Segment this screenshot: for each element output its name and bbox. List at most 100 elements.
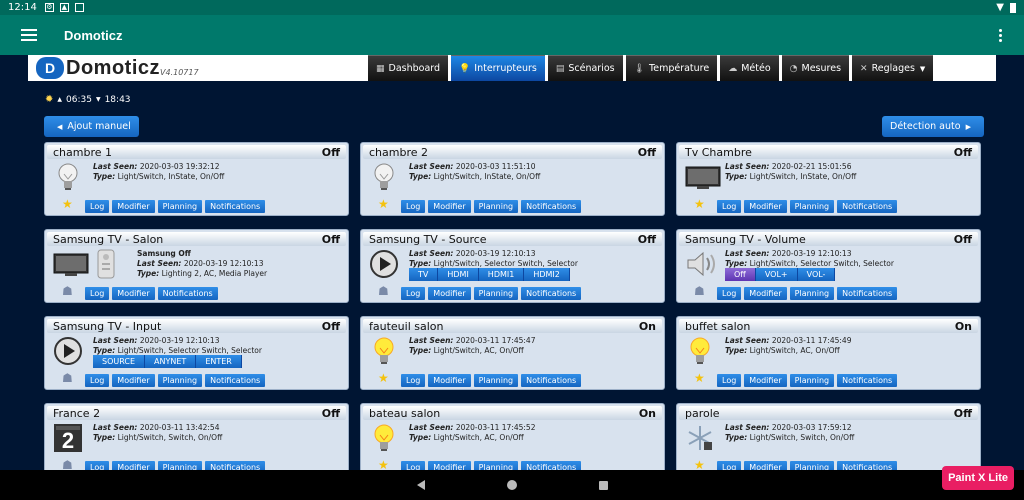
bulb-on-icon[interactable] xyxy=(369,336,399,366)
favorite-star-icon[interactable]: ★ xyxy=(378,372,389,384)
tv-icon[interactable] xyxy=(685,162,721,192)
device-status[interactable]: On xyxy=(639,320,656,333)
device-planning-button[interactable]: Planning xyxy=(789,374,835,387)
device-modifier-button[interactable]: Modifier xyxy=(428,287,471,300)
favorite-star-icon[interactable]: ☗ xyxy=(378,285,389,297)
device-log-button[interactable]: Log xyxy=(401,287,426,300)
selector-option[interactable]: HDMI2 xyxy=(524,268,570,281)
device-log-button[interactable]: Log xyxy=(85,374,110,387)
selector-option[interactable]: ENTER xyxy=(196,355,242,368)
device-status[interactable]: Off xyxy=(954,146,972,159)
favorite-star-icon[interactable]: ★ xyxy=(694,198,705,210)
selector-option[interactable]: Off xyxy=(725,268,756,281)
selector-option[interactable]: SOURCE xyxy=(93,355,146,368)
device-status[interactable]: On xyxy=(639,407,656,420)
speaker-icon[interactable] xyxy=(685,249,715,279)
favorite-star-icon[interactable]: ☗ xyxy=(62,285,73,297)
favorite-star-icon[interactable]: ★ xyxy=(62,198,73,210)
device-modifier-button[interactable]: Modifier xyxy=(744,287,787,300)
device-actions: Log Modifier Planning Notifications xyxy=(401,200,582,213)
version-label: V4.10717 xyxy=(160,68,199,77)
bulb-off-icon[interactable] xyxy=(369,162,399,192)
device-log-button[interactable]: Log xyxy=(717,200,742,213)
play-icon[interactable] xyxy=(369,249,399,279)
device-status[interactable]: Off xyxy=(322,407,340,420)
type-key: Type: xyxy=(725,172,748,181)
selector-option[interactable]: VOL- xyxy=(797,268,836,281)
last-seen-key: Last Seen: xyxy=(725,336,770,345)
nav-tab-label: Météo xyxy=(741,63,771,74)
device-notifications-button[interactable]: Notifications xyxy=(837,374,898,387)
device-planning-button[interactable]: Planning xyxy=(157,374,203,387)
selector-option[interactable]: HDMI xyxy=(438,268,479,281)
overflow-menu-icon[interactable] xyxy=(999,28,1002,42)
nav-tab-scnarios[interactable]: ▤ Scénarios xyxy=(547,55,623,81)
device-modifier-button[interactable]: Modifier xyxy=(744,374,787,387)
device-planning-button[interactable]: Planning xyxy=(473,287,519,300)
device-log-button[interactable]: Log xyxy=(717,374,742,387)
hamburger-menu-icon[interactable] xyxy=(21,26,37,44)
device-notifications-button[interactable]: Notifications xyxy=(521,374,582,387)
france2-icon[interactable]: 2 xyxy=(53,423,83,453)
device-status[interactable]: Off xyxy=(322,233,340,246)
favorite-star-icon[interactable]: ★ xyxy=(378,198,389,210)
nav-tab-reglages[interactable]: ✕ Reglages ▼ xyxy=(852,55,934,81)
device-status[interactable]: Off xyxy=(954,407,972,420)
device-log-button[interactable]: Log xyxy=(401,374,426,387)
device-modifier-button[interactable]: Modifier xyxy=(112,287,155,300)
device-notifications-button[interactable]: Notifications xyxy=(157,287,218,300)
device-status[interactable]: Off xyxy=(954,233,972,246)
device-notifications-button[interactable]: Notifications xyxy=(837,287,898,300)
device-planning-button[interactable]: Planning xyxy=(789,287,835,300)
bulb-off-icon[interactable] xyxy=(53,162,83,192)
device-status[interactable]: Off xyxy=(638,233,656,246)
device-modifier-button[interactable]: Modifier xyxy=(428,200,471,213)
home-icon[interactable] xyxy=(506,480,517,490)
device-notifications-button[interactable]: Notifications xyxy=(205,374,266,387)
selector-option[interactable]: VOL+ xyxy=(755,268,798,281)
bulb-on-icon[interactable] xyxy=(369,423,399,453)
favorite-star-icon[interactable]: ☗ xyxy=(694,285,705,297)
favorite-star-icon[interactable]: ☗ xyxy=(62,372,73,384)
device-log-button[interactable]: Log xyxy=(401,200,426,213)
device-planning-button[interactable]: Planning xyxy=(473,374,519,387)
nav-tab-mto[interactable]: ☁ Météo xyxy=(720,55,779,81)
back-icon[interactable] xyxy=(416,480,425,490)
device-notifications-button[interactable]: Notifications xyxy=(521,200,582,213)
remote-icon[interactable] xyxy=(95,249,117,279)
device-notifications-button[interactable]: Notifications xyxy=(205,200,266,213)
nav-tab-dashboard[interactable]: ▦ Dashboard xyxy=(368,55,449,81)
device-modifier-button[interactable]: Modifier xyxy=(112,374,155,387)
device-notifications-button[interactable]: Notifications xyxy=(837,200,898,213)
tv-icon[interactable] xyxy=(53,249,89,279)
nav-tab-interrupteurs[interactable]: 💡 Interrupteurs xyxy=(451,55,545,81)
snowflake-icon[interactable] xyxy=(685,423,715,453)
device-log-button[interactable]: Log xyxy=(85,200,110,213)
recents-icon[interactable] xyxy=(598,480,608,490)
device-modifier-button[interactable]: Modifier xyxy=(428,374,471,387)
type-value: Lighting 2, AC, Media Player xyxy=(161,269,268,278)
favorite-star-icon[interactable]: ★ xyxy=(694,372,705,384)
play-icon[interactable] xyxy=(53,336,83,366)
device-status[interactable]: On xyxy=(955,320,972,333)
device-status[interactable]: Off xyxy=(322,320,340,333)
auto-detect-button[interactable]: Détection auto ▶ xyxy=(882,116,984,137)
nav-tab-mesures[interactable]: ◔ Mesures xyxy=(781,55,850,81)
add-manual-button[interactable]: ◀ Ajout manuel xyxy=(44,116,139,137)
device-planning-button[interactable]: Planning xyxy=(473,200,519,213)
device-planning-button[interactable]: Planning xyxy=(789,200,835,213)
bulb-on-icon[interactable] xyxy=(685,336,715,366)
device-notifications-button[interactable]: Notifications xyxy=(521,287,582,300)
watermark-badge: Paint X Lite xyxy=(942,466,1014,490)
device-status[interactable]: Off xyxy=(322,146,340,159)
device-modifier-button[interactable]: Modifier xyxy=(744,200,787,213)
device-modifier-button[interactable]: Modifier xyxy=(112,200,155,213)
selector-option[interactable]: HDMI1 xyxy=(478,268,525,281)
device-log-button[interactable]: Log xyxy=(85,287,110,300)
selector-option[interactable]: ANYNET xyxy=(145,355,197,368)
device-planning-button[interactable]: Planning xyxy=(157,200,203,213)
nav-tab-temprature[interactable]: 🌡 Température xyxy=(625,55,718,81)
device-status[interactable]: Off xyxy=(638,146,656,159)
device-log-button[interactable]: Log xyxy=(717,287,742,300)
selector-option[interactable]: TV xyxy=(409,268,439,281)
